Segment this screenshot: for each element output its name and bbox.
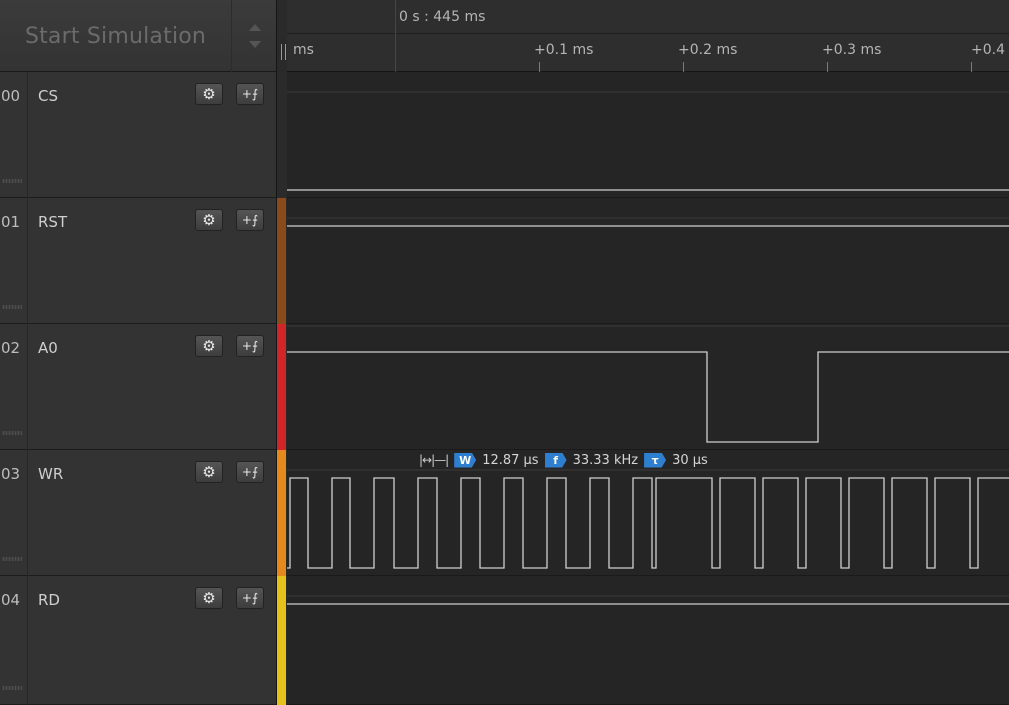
start-simulation-button[interactable]: Start Simulation (0, 0, 232, 72)
channel-name[interactable]: WR (38, 465, 63, 483)
simulation-panel: Start Simulation (0, 0, 276, 72)
drag-handle-icon[interactable] (2, 305, 22, 309)
channel-settings-button[interactable]: ⚙ (195, 461, 223, 483)
gear-icon: ⚙ (202, 589, 216, 607)
tick-mark (539, 62, 540, 72)
tick-label: +0.2 ms (678, 42, 738, 58)
channel-row-a0: 02 A0 ⚙ +⨍ (0, 324, 1009, 450)
waveform-rst[interactable] (287, 198, 1009, 324)
channel-row-wr: 03 WR ⚙ +⨍ |↔|—| W 12.87 µs f 33.33 kHz … (0, 450, 1009, 576)
waveform-svg (287, 325, 1009, 443)
timeline-header: 0 s : 445 ms ms +0.1 ms +0.2 ms +0.3 ms … (281, 0, 1009, 72)
channel-settings-button[interactable]: ⚙ (195, 587, 223, 609)
trigger-button[interactable]: +⨍ (236, 587, 264, 609)
channel-name[interactable]: RD (38, 591, 60, 609)
channel-name[interactable]: A0 (38, 339, 58, 357)
waveform-svg (287, 217, 1009, 227)
trigger-edge-icon: +⨍ (241, 591, 259, 605)
channel-settings-button[interactable]: ⚙ (195, 335, 223, 357)
channel-label-panel: 01 RST ⚙ +⨍ (0, 198, 276, 324)
trigger-button[interactable]: +⨍ (236, 335, 264, 357)
waveform-a0[interactable] (287, 324, 1009, 450)
channel-color-strip (277, 72, 286, 198)
waveform-svg (287, 595, 1009, 605)
drag-handle-icon[interactable] (2, 686, 22, 690)
trigger-button[interactable]: +⨍ (236, 83, 264, 105)
trigger-button[interactable]: +⨍ (236, 209, 264, 231)
trigger-edge-icon: +⨍ (241, 87, 259, 101)
ruler-grip-icon[interactable] (281, 44, 286, 60)
channel-color-strip (277, 576, 286, 705)
channel-name[interactable]: RST (38, 213, 67, 231)
channel-label-panel: 04 RD ⚙ +⨍ (0, 576, 276, 705)
tick-mark (827, 62, 828, 72)
tick-label: ms (293, 42, 314, 58)
waveform-wr[interactable]: |↔|—| W 12.87 µs f 33.33 kHz τ 30 µs (287, 450, 1009, 576)
channel-name[interactable]: CS (38, 87, 58, 105)
tick-label: +0.3 ms (822, 42, 882, 58)
gear-icon: ⚙ (202, 337, 216, 355)
channel-row-rd: 04 RD ⚙ +⨍ (0, 576, 1009, 705)
drag-handle-icon[interactable] (2, 179, 22, 183)
simulation-dropdown[interactable] (233, 0, 276, 72)
channel-color-strip (277, 450, 286, 576)
channel-settings-button[interactable]: ⚙ (195, 209, 223, 231)
channel-label-panel: 02 A0 ⚙ +⨍ (0, 324, 276, 450)
waveform-svg (287, 91, 1009, 191)
trigger-edge-icon: +⨍ (241, 213, 259, 227)
trigger-edge-icon: +⨍ (241, 465, 259, 479)
channel-label-panel: 03 WR ⚙ +⨍ (0, 450, 276, 576)
tick-mark (683, 62, 684, 72)
waveform-rd[interactable] (287, 576, 1009, 705)
chevron-down-icon (248, 41, 261, 48)
waveform-svg (287, 469, 1009, 569)
channel-settings-button[interactable]: ⚙ (195, 83, 223, 105)
channel-label-panel: 00 CS ⚙ +⨍ (0, 72, 276, 198)
tick-label: +0.4 (971, 42, 1005, 58)
waveform-cs[interactable] (287, 72, 1009, 198)
gear-icon: ⚙ (202, 211, 216, 229)
drag-handle-icon[interactable] (2, 431, 22, 435)
tick-label: +0.1 ms (534, 42, 594, 58)
channel-color-strip (277, 198, 286, 324)
channel-row-rst: 01 RST ⚙ +⨍ (0, 198, 1009, 324)
gear-icon: ⚙ (202, 85, 216, 103)
absolute-time-label: 0 s : 445 ms (399, 9, 486, 25)
tick-mark (971, 62, 972, 72)
trigger-button[interactable]: +⨍ (236, 461, 264, 483)
chevron-up-icon (248, 24, 261, 31)
channel-color-strip (277, 324, 286, 450)
drag-handle-icon[interactable] (2, 557, 22, 561)
trigger-edge-icon: +⨍ (241, 339, 259, 353)
time-ruler[interactable]: ms +0.1 ms +0.2 ms +0.3 ms +0.4 (281, 34, 1009, 72)
gear-icon: ⚙ (202, 463, 216, 481)
channel-row-cs: 00 CS ⚙ +⨍ (0, 72, 1009, 198)
